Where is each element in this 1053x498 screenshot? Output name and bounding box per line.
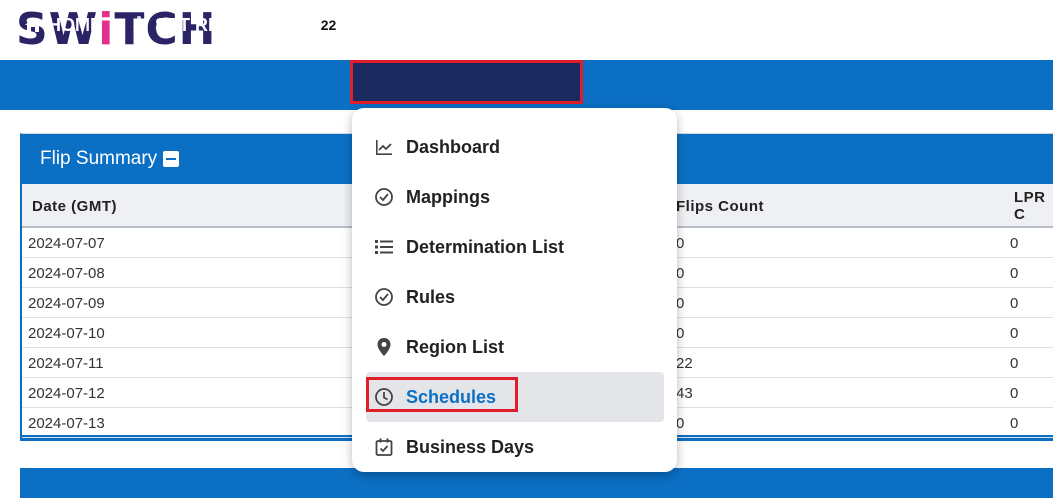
cell-flips: 22 — [676, 354, 693, 372]
cell-date: 2024-07-11 — [28, 354, 104, 372]
nav-sp-group[interactable]: SP GROUP — [816, 0, 939, 50]
column-header-date[interactable]: Date (GMT) — [32, 184, 117, 228]
calendar-check-icon — [375, 438, 393, 456]
cell-lpr: 0 — [1010, 264, 1019, 282]
menu-item-label: Dashboard — [406, 136, 501, 157]
nav-home-label: HOME — [48, 14, 102, 35]
caret-down-icon — [579, 22, 590, 28]
menu-item-label: Mappings — [406, 186, 490, 207]
map-marker-icon — [377, 338, 391, 356]
nav-set-requestor-label: SET REQUESTOR — [155, 14, 309, 35]
cell-flips: 0 — [676, 294, 685, 312]
chart-line-icon — [376, 140, 392, 155]
menu-item-business-days[interactable]: Business Days — [366, 422, 664, 472]
requestors-menu-active-highlight — [350, 60, 583, 104]
hand-pointer-icon — [133, 16, 148, 34]
menu-item-label: Region List — [406, 336, 504, 357]
cell-date: 2024-07-08 — [28, 264, 105, 282]
cell-lpr: 0 — [1010, 354, 1019, 372]
cell-flips: 0 — [676, 324, 685, 342]
nav-requestors-menu[interactable]: REQUESTOR'S MENU — [358, 0, 590, 50]
nav-requestors-menu-label: REQUESTOR'S MENU — [384, 14, 572, 35]
home-icon — [25, 18, 41, 32]
cell-flips: 43 — [676, 384, 693, 402]
cell-date: 2024-07-13 — [28, 414, 105, 432]
nav-home[interactable]: HOME — [24, 0, 102, 50]
menu-item-label: Business Days — [406, 436, 535, 457]
nav-sp-management-label: SP MANAGEMENT — [630, 14, 790, 35]
nav-sp-group-label: SP GROUP — [844, 14, 939, 35]
clock-icon — [375, 388, 393, 406]
check-circle-icon — [375, 288, 393, 306]
cell-lpr: 0 — [1010, 324, 1019, 342]
check-circle-icon — [375, 188, 393, 206]
cell-lpr: 0 — [1010, 414, 1019, 432]
menu-item-region-list[interactable]: Region List — [366, 322, 664, 372]
menu-item-schedules[interactable]: Schedules — [366, 372, 664, 422]
collapse-icon[interactable] — [163, 151, 180, 167]
cell-date: 2024-07-12 — [28, 384, 105, 402]
flip-summary-title: Flip Summary — [40, 148, 158, 169]
cell-lpr: 0 — [1010, 384, 1019, 402]
second-card-header — [20, 468, 1053, 498]
cell-date: 2024-07-07 — [28, 234, 105, 252]
users-icon — [816, 18, 838, 32]
caret-down-icon — [1015, 22, 1025, 28]
requestor-count-badge: 22 — [315, 15, 342, 35]
menu-item-rules[interactable]: Rules — [366, 272, 664, 322]
cell-flips: 0 — [676, 234, 685, 252]
nav-set-requestor[interactable]: SET REQUESTOR 22 — [133, 0, 342, 50]
nav-misc-label: MISC — [962, 14, 1007, 35]
menu-item-mappings[interactable]: Mappings — [366, 172, 664, 222]
cell-lpr: 0 — [1010, 294, 1019, 312]
menu-item-dashboard[interactable]: Dashboard — [366, 122, 664, 172]
folder-open-icon — [359, 19, 377, 32]
cell-date: 2024-07-09 — [28, 294, 105, 312]
user-icon — [608, 17, 624, 33]
nav-sp-management[interactable]: SP MANAGEMENT — [608, 0, 790, 50]
cell-lpr: 0 — [1010, 234, 1019, 252]
cell-flips: 0 — [676, 414, 685, 432]
list-icon — [375, 240, 393, 254]
nav-misc[interactable]: MISC — [962, 0, 1025, 50]
requestors-menu-dropdown: Dashboard Mappings Determination List Ru… — [352, 108, 677, 472]
menu-item-label: Determination List — [406, 236, 565, 257]
menu-item-label: Rules — [406, 286, 456, 307]
menu-item-label: Schedules — [406, 386, 497, 407]
column-header-lpr[interactable]: LPR C — [1014, 184, 1053, 228]
cell-date: 2024-07-10 — [28, 324, 105, 342]
menu-item-determination-list[interactable]: Determination List — [366, 222, 664, 272]
cell-flips: 0 — [676, 264, 685, 282]
column-header-flips-count[interactable]: Flips Count — [676, 184, 764, 228]
